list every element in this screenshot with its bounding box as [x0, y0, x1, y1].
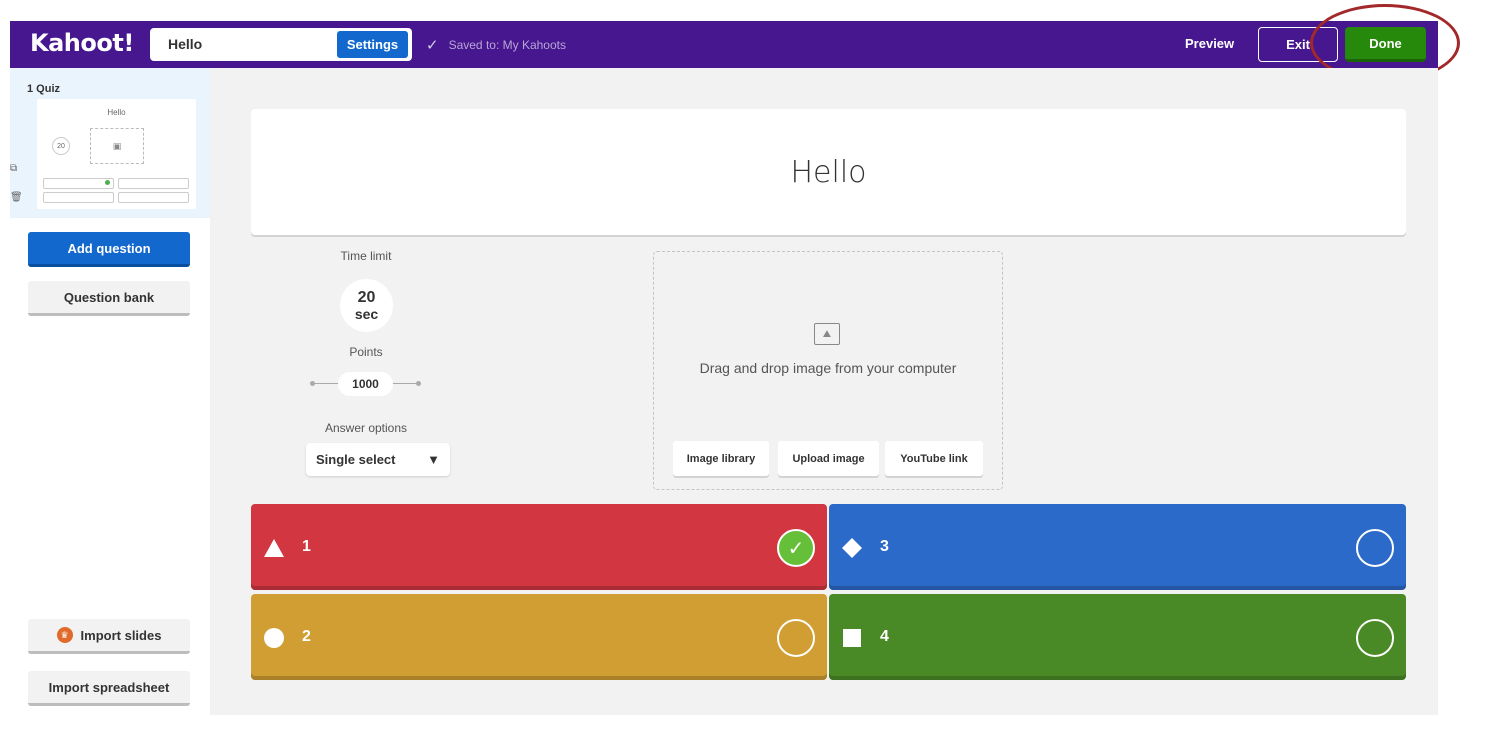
time-unit: sec [354, 305, 379, 322]
save-status: ✓ Saved to: My Kahoots [426, 36, 566, 54]
add-question-button[interactable]: Add question [28, 232, 190, 267]
title-field[interactable]: Hello Settings [150, 28, 412, 61]
import-slides-label: Import slides [80, 627, 162, 643]
answer-3[interactable]: 3 [829, 504, 1406, 590]
image-library-button[interactable]: Image library [673, 441, 769, 476]
image-placeholder-icon: ▣ [90, 128, 144, 164]
thumb-title: Hello [107, 108, 126, 117]
question-bank-button[interactable]: Question bank [28, 281, 190, 316]
check-icon: ✓ [426, 37, 439, 54]
import-slides-button[interactable]: ♛ Import slides [28, 619, 190, 654]
settings-button[interactable]: Settings [337, 31, 408, 58]
correct-toggle[interactable] [777, 619, 815, 657]
answer-options-label: Answer options [324, 421, 408, 435]
thumb-time: 20 [52, 137, 70, 155]
correct-toggle[interactable] [1356, 529, 1394, 567]
crown-icon: ♛ [56, 627, 73, 643]
kahoot-logo[interactable]: Kahoot! [30, 29, 134, 57]
thumb-answer [118, 178, 189, 189]
time-value: 20 [357, 288, 376, 306]
answer-text[interactable]: 3 [880, 538, 889, 556]
sidebar: 1 Quiz ⧉ 🗑 Hello 20 ▣ Add question Quest… [10, 68, 210, 754]
answer-text[interactable]: 1 [302, 538, 311, 556]
thumb-answer [43, 178, 114, 189]
correct-toggle[interactable]: ✓ [777, 529, 815, 567]
upload-image-button[interactable]: Upload image [778, 441, 879, 476]
caret-down-icon: ▼ [427, 452, 440, 467]
duplicate-icon[interactable]: ⧉ [10, 163, 17, 174]
trash-icon[interactable]: 🗑 [10, 192, 23, 203]
youtube-link-button[interactable]: YouTube link [885, 441, 983, 476]
slide-label: 1 Quiz [27, 83, 61, 95]
points-selector[interactable]: 1000 [310, 372, 425, 396]
preview-button[interactable]: Preview [1185, 36, 1234, 51]
correct-toggle[interactable] [1356, 619, 1394, 657]
answer-options-select[interactable]: Single select ▼ [306, 443, 450, 476]
points-min-dot [310, 381, 315, 386]
points-max-dot [416, 381, 421, 386]
save-status-text: Saved to: My Kahoots [448, 38, 566, 52]
media-dropzone[interactable]: ⛰ Drag and drop image from your computer… [653, 251, 1003, 490]
time-limit-label: Time limit [340, 249, 392, 263]
slide-thumbnail: Hello 20 ▣ [37, 99, 196, 209]
points-value[interactable]: 1000 [338, 372, 393, 396]
answer-text[interactable]: 2 [302, 628, 311, 646]
square-icon [843, 629, 861, 647]
top-bar: Kahoot! Hello Settings ✓ Saved to: My Ka… [10, 21, 1438, 68]
answer-1[interactable]: 1 ✓ [251, 504, 827, 590]
question-text[interactable]: Hello [790, 155, 866, 190]
dropzone-text: Drag and drop image from your computer [699, 360, 957, 376]
title-input[interactable]: Hello [168, 36, 202, 52]
answer-2[interactable]: 2 [251, 594, 827, 680]
thumb-answer [43, 192, 114, 203]
circle-icon [264, 628, 284, 648]
correct-dot [105, 180, 110, 185]
slide-item[interactable]: 1 Quiz ⧉ 🗑 Hello 20 ▣ [10, 68, 210, 218]
triangle-icon [264, 539, 284, 557]
answer-options-value: Single select [316, 452, 396, 467]
question-field[interactable]: Hello [251, 109, 1406, 235]
time-limit-selector[interactable]: 20 sec [340, 279, 393, 332]
import-spreadsheet-button[interactable]: Import spreadsheet [28, 671, 190, 706]
image-icon: ⛰ [814, 323, 840, 345]
points-label: Points [349, 345, 383, 359]
answer-text[interactable]: 4 [880, 628, 889, 646]
answer-4[interactable]: 4 [829, 594, 1406, 680]
diamond-icon [842, 538, 862, 558]
editor-canvas: Hello Time limit 20 sec Points 1000 Answ… [210, 68, 1438, 715]
thumb-answer [118, 192, 189, 203]
